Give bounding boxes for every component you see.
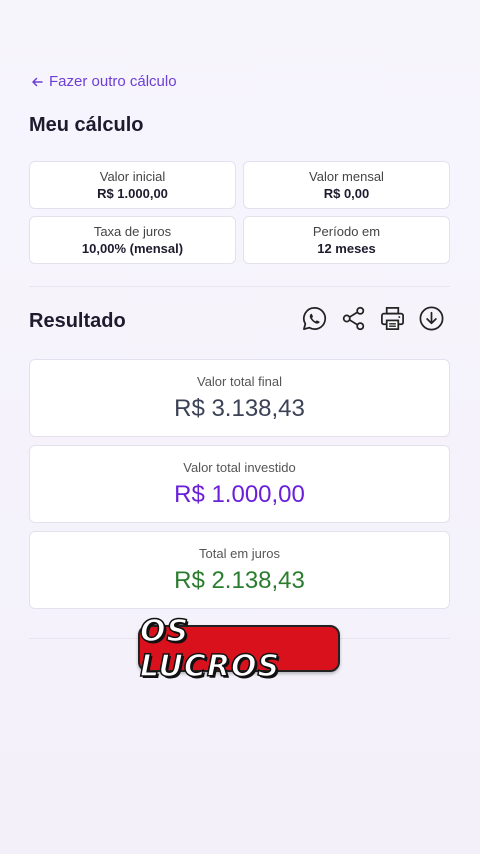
field-card-monthly: Valor mensal R$ 0,00 xyxy=(243,161,450,209)
field-label: Taxa de juros xyxy=(93,224,172,239)
result-label: Total em juros xyxy=(199,545,280,561)
result-card-final: Valor total final R$ 3.138,43 xyxy=(29,359,450,437)
result-amount: R$ 2.138,43 xyxy=(174,566,305,594)
arrow-left-icon xyxy=(32,77,43,86)
field-label: Valor inicial xyxy=(99,169,166,184)
result-amount: R$ 1.000,00 xyxy=(174,480,305,508)
result-title: Resultado xyxy=(29,310,126,332)
field-card-period: Período em 12 meses xyxy=(243,216,450,264)
result-amount: R$ 3.138,43 xyxy=(174,394,305,422)
field-value: 10,00% (mensal) xyxy=(81,241,184,256)
field-value: R$ 0,00 xyxy=(323,186,370,201)
calc-title: Meu cálculo xyxy=(29,114,144,136)
share-icon[interactable] xyxy=(340,305,367,332)
divider xyxy=(29,286,450,287)
download-icon[interactable] xyxy=(418,305,445,332)
print-icon[interactable] xyxy=(379,305,406,332)
caption-text: OS LUCROS xyxy=(139,613,281,685)
field-value: 12 meses xyxy=(317,241,376,256)
result-card-invested: Valor total investido R$ 1.000,00 xyxy=(29,445,450,523)
caption-overlay: OS LUCROS xyxy=(138,613,340,684)
field-card-initial: Valor inicial R$ 1.000,00 xyxy=(29,161,236,209)
whatsapp-icon[interactable] xyxy=(301,305,328,332)
result-card-interest: Total em juros R$ 2.138,43 xyxy=(29,531,450,609)
back-link-label: Fazer outro cálculo xyxy=(49,73,177,90)
result-label: Valor total investido xyxy=(183,459,296,475)
result-label: Valor total final xyxy=(196,373,283,389)
field-value: R$ 1.000,00 xyxy=(97,186,168,201)
field-card-rate: Taxa de juros 10,00% (mensal) xyxy=(29,216,236,264)
back-link[interactable]: Fazer outro cálculo xyxy=(31,73,177,90)
field-label: Valor mensal xyxy=(309,169,384,184)
field-label: Período em xyxy=(312,224,381,239)
result-actions xyxy=(301,305,445,332)
